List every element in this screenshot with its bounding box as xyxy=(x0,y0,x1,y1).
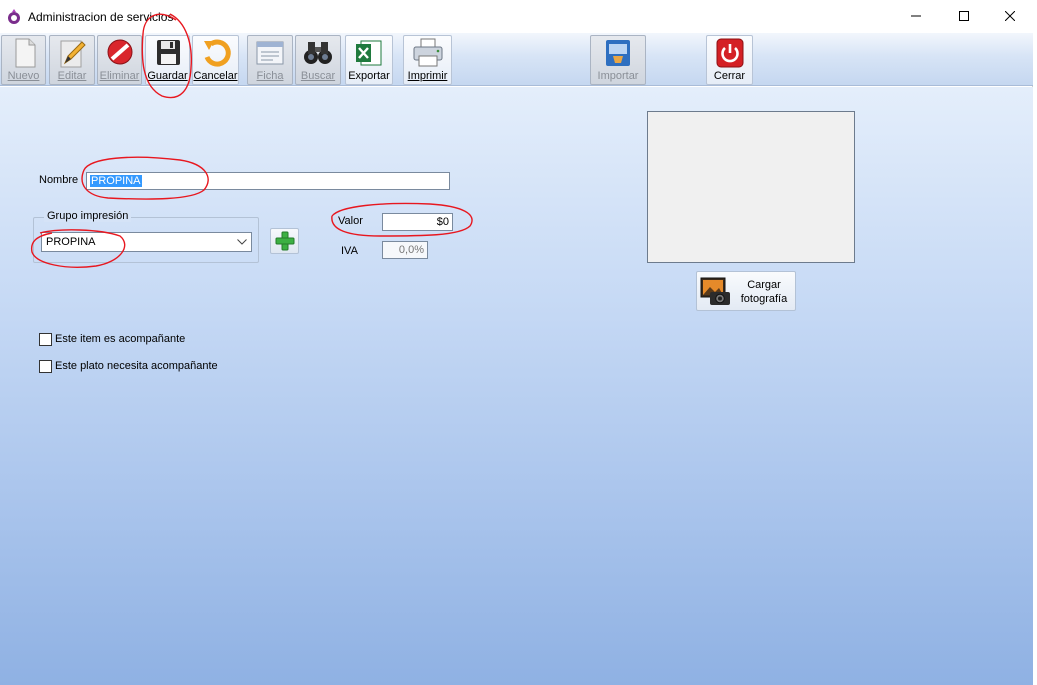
cancelar-button[interactable]: Cancelar xyxy=(192,35,239,85)
form-area: Nombre PROPINA Grupo impresión PROPINA V… xyxy=(0,87,1033,685)
maximize-button[interactable] xyxy=(941,0,987,32)
importar-label: Importar xyxy=(597,70,639,82)
window-title: Administracion de servicios xyxy=(28,10,174,24)
cargar-fotografia-label: Cargar fotografía xyxy=(735,278,793,306)
delete-icon xyxy=(107,39,132,65)
plus-icon xyxy=(275,231,294,251)
valor-label: Valor xyxy=(338,215,363,227)
close-window-button[interactable] xyxy=(987,0,1033,32)
exportar-label: Exportar xyxy=(348,70,390,82)
nombre-label: Nombre xyxy=(39,174,79,186)
guardar-label: Guardar xyxy=(147,70,188,82)
importar-button[interactable]: Importar xyxy=(590,35,646,85)
editar-button[interactable]: Editar xyxy=(49,35,95,85)
new-document-icon xyxy=(15,38,35,68)
eliminar-label: Eliminar xyxy=(99,70,140,82)
form-sheet-icon xyxy=(256,41,284,65)
grupo-impresion-value: PROPINA xyxy=(46,236,96,248)
nombre-input[interactable]: PROPINA xyxy=(86,172,450,190)
acompanante-label: Este item es acompañante xyxy=(55,333,186,345)
power-icon xyxy=(716,38,743,68)
close-icon xyxy=(1005,11,1015,21)
grupo-impresion-group: Grupo impresión PROPINA xyxy=(33,210,259,263)
import-icon xyxy=(606,40,630,66)
necesita-acompanante-checkbox[interactable] xyxy=(39,360,52,373)
undo-arrow-icon xyxy=(203,39,231,67)
camera-photo-icon xyxy=(700,277,730,305)
necesita-acompanante-label: Este plato necesita acompañante xyxy=(55,360,218,372)
toolbar: Nuevo Editar Eliminar Guardar Cancelar F… xyxy=(0,33,1033,86)
acompanante-checkbox[interactable] xyxy=(39,333,52,346)
chevron-down-icon[interactable] xyxy=(234,234,250,250)
imprimir-button[interactable]: Imprimir xyxy=(403,35,452,85)
buscar-label: Buscar xyxy=(300,70,336,82)
nombre-value: PROPINA xyxy=(90,175,142,187)
printer-icon xyxy=(413,38,442,67)
cargar-label-line2: fotografía xyxy=(740,293,788,305)
iva-input[interactable]: 0,0% xyxy=(382,241,428,259)
app-icon xyxy=(8,9,20,24)
ficha-label: Ficha xyxy=(256,70,284,82)
buscar-button[interactable]: Buscar xyxy=(295,35,341,85)
imprimir-label: Imprimir xyxy=(407,70,448,82)
excel-icon xyxy=(356,40,382,66)
photo-preview xyxy=(647,111,855,263)
binoculars-icon xyxy=(304,42,332,64)
nuevo-button[interactable]: Nuevo xyxy=(1,35,46,85)
cerrar-button[interactable]: Cerrar xyxy=(706,35,753,85)
maximize-icon xyxy=(959,11,969,21)
ficha-button[interactable]: Ficha xyxy=(247,35,293,85)
exportar-button[interactable]: Exportar xyxy=(345,35,393,85)
grupo-impresion-select[interactable]: PROPINA xyxy=(41,232,252,252)
grupo-impresion-legend: Grupo impresión xyxy=(44,210,132,222)
app-window: Administracion de servicios Nuevo Editar… xyxy=(0,0,1033,685)
eliminar-button[interactable]: Eliminar xyxy=(97,35,142,85)
pencil-icon xyxy=(60,40,86,68)
cancelar-label: Cancelar xyxy=(193,70,238,82)
editar-label: Editar xyxy=(57,70,87,82)
cargar-fotografia-button[interactable]: Cargar fotografía xyxy=(696,271,796,311)
valor-input[interactable]: $0 xyxy=(382,213,453,231)
guardar-button[interactable]: Guardar xyxy=(145,35,190,85)
cargar-label-line1: Cargar xyxy=(747,279,781,291)
cerrar-label: Cerrar xyxy=(713,70,746,82)
floppy-disk-icon xyxy=(156,40,180,65)
nuevo-label: Nuevo xyxy=(7,70,40,82)
minimize-button[interactable] xyxy=(893,0,939,32)
minimize-icon xyxy=(911,15,921,17)
add-grupo-button[interactable] xyxy=(270,228,299,254)
title-bar: Administracion de servicios xyxy=(0,0,1033,33)
iva-label: IVA xyxy=(341,245,358,257)
